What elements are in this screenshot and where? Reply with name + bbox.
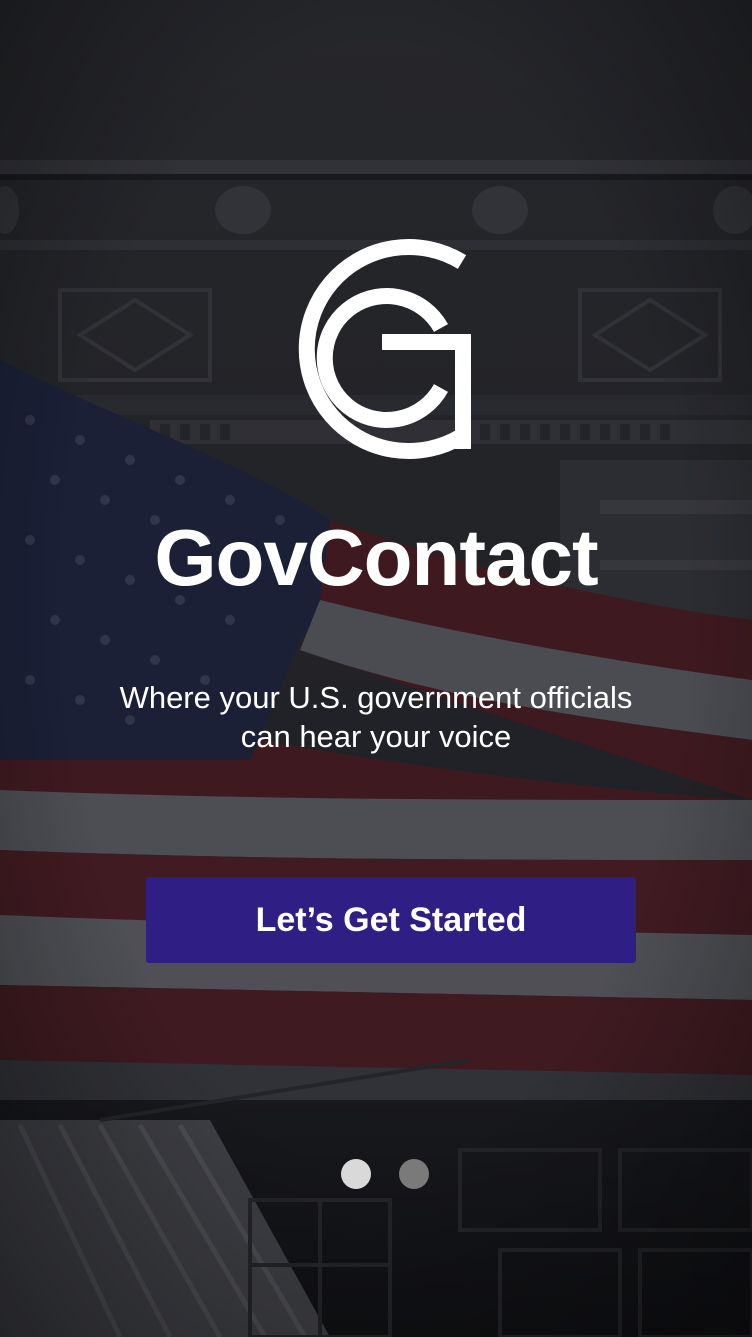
tagline: Where your U.S. government officials can…: [96, 678, 656, 756]
gc-monogram-icon: [298, 239, 471, 459]
page-dot-inactive[interactable]: [399, 1159, 429, 1189]
page-dot-active[interactable]: [341, 1159, 371, 1189]
page-indicator: [340, 1159, 430, 1191]
app-title: GovContact: [154, 513, 598, 602]
background-dim-overlay: [0, 0, 752, 1337]
get-started-button[interactable]: Let’s Get Started: [146, 877, 636, 963]
tagline-line-2: can hear your voice: [240, 719, 512, 754]
onboarding-screen: GovContact Where your U.S. government of…: [0, 0, 752, 1337]
tagline-line-1: Where your U.S. government officials: [119, 680, 633, 715]
